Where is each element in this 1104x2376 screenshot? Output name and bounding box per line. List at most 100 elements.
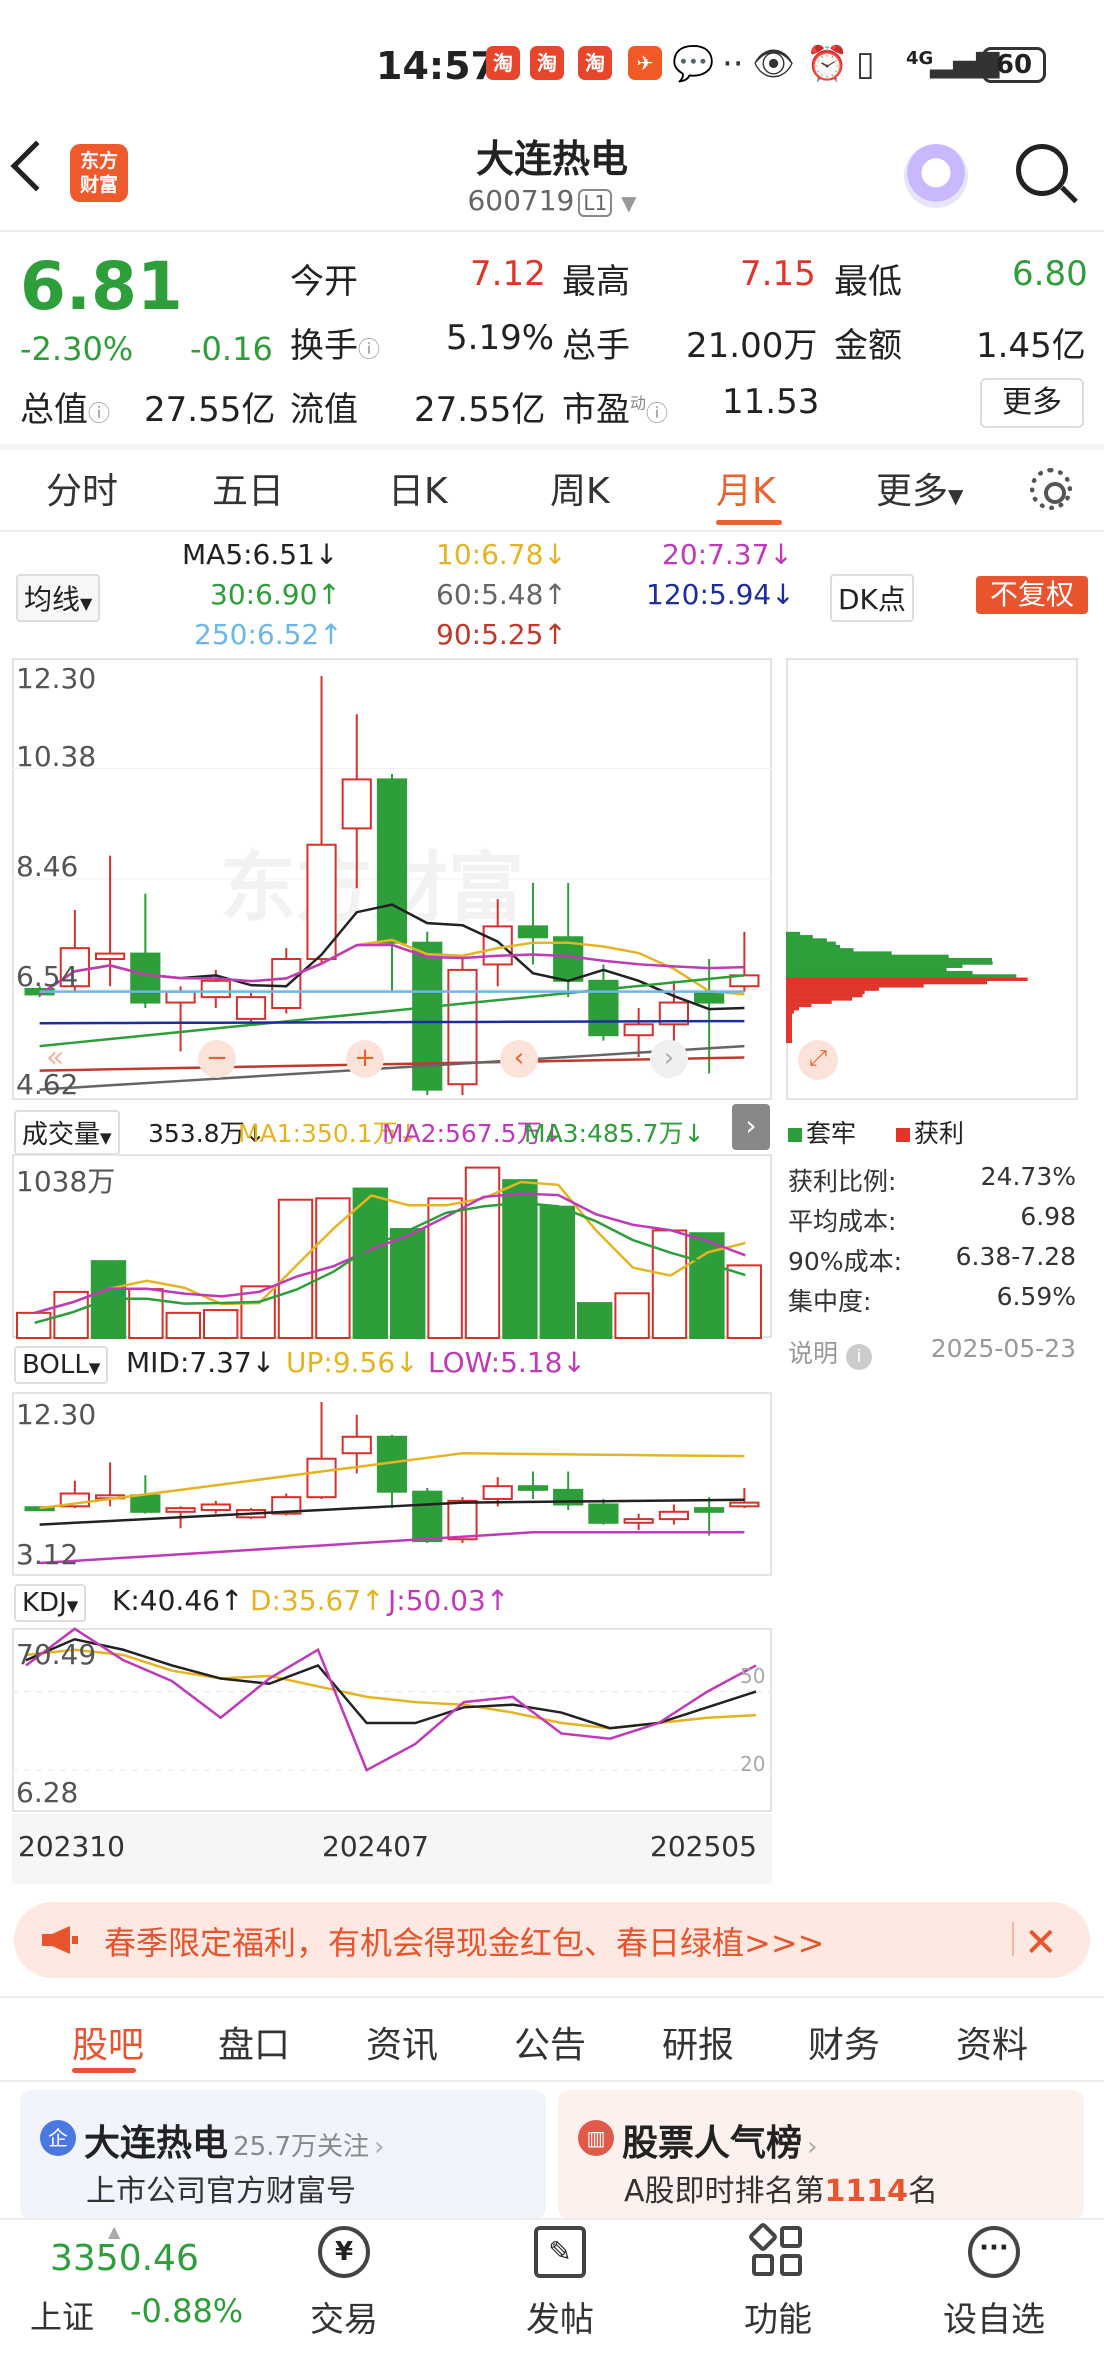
legend-swatch bbox=[788, 1128, 802, 1142]
index-name[interactable]: 上证 bbox=[30, 2292, 94, 2338]
volume-bar bbox=[390, 1228, 426, 1339]
status-time: 14:57 bbox=[376, 44, 497, 88]
volume-selector[interactable]: 成交量▼ bbox=[14, 1110, 120, 1155]
y-axis-label: 12.30 bbox=[16, 662, 97, 695]
more-circle-icon[interactable]: ··· bbox=[968, 2226, 1020, 2278]
tab-news[interactable]: 资讯 bbox=[366, 2016, 438, 2068]
tab-pankou[interactable]: 盘口 bbox=[218, 2016, 290, 2068]
boll-selector-label: BOLL bbox=[22, 1350, 89, 1380]
tab-finance[interactable]: 财务 bbox=[808, 2016, 880, 2068]
market-cap-label: 总值ⓘ bbox=[20, 382, 110, 431]
zoom-in-icon[interactable]: + bbox=[346, 1040, 384, 1078]
stock-code-text: 600719 bbox=[467, 184, 575, 217]
volume-bar bbox=[352, 1187, 389, 1339]
zoom-out-icon[interactable]: − bbox=[198, 1040, 236, 1078]
prev-icon[interactable]: ‹ bbox=[500, 1040, 538, 1078]
post-icon[interactable]: ✎ bbox=[534, 2226, 586, 2278]
more-quote-button[interactable]: 更多 bbox=[980, 378, 1084, 428]
next-icon[interactable]: › bbox=[650, 1040, 688, 1078]
chevron-right-icon: › bbox=[807, 2132, 818, 2162]
candle-body bbox=[694, 990, 725, 1004]
kdj-k-line bbox=[25, 1637, 757, 1730]
boll-candle bbox=[447, 1499, 478, 1541]
info-icon[interactable]: ⓘ bbox=[88, 402, 110, 427]
info-icon[interactable]: ⓘ bbox=[646, 402, 668, 427]
chip-bar bbox=[786, 980, 988, 985]
functions-icon[interactable] bbox=[747, 2221, 804, 2278]
index-change[interactable]: -0.88% bbox=[130, 2292, 243, 2330]
boll-candle bbox=[412, 1490, 443, 1543]
volume-bar bbox=[614, 1292, 650, 1340]
level-badge: L1 bbox=[578, 189, 613, 217]
chevron-down-icon[interactable]: ▼ bbox=[621, 191, 636, 215]
ma-selector[interactable]: 均线▼ bbox=[16, 574, 101, 622]
chip-bar bbox=[786, 1029, 792, 1034]
chip-bar bbox=[786, 1026, 792, 1031]
ma-legend-item: 30:6.90↑ bbox=[210, 578, 341, 611]
tab-more[interactable]: 更多▼ bbox=[876, 462, 963, 514]
candle-body bbox=[95, 952, 126, 961]
chip-stat-value: 6.98 bbox=[1020, 1202, 1076, 1231]
boll-candle bbox=[482, 1485, 513, 1500]
tab-research[interactable]: 研报 bbox=[662, 2016, 734, 2068]
gear-icon[interactable] bbox=[1030, 468, 1072, 510]
tab-guba[interactable]: 股吧 bbox=[72, 2016, 144, 2068]
ma-legend-item: MA5:6.51↓ bbox=[182, 538, 339, 571]
kdj-d-line bbox=[25, 1648, 757, 1730]
tab-daily-k[interactable]: 日K bbox=[388, 462, 448, 514]
expand-icon[interactable]: ⤢ bbox=[798, 1040, 838, 1080]
caret-down-icon: ▼ bbox=[88, 1359, 101, 1377]
nav-trade[interactable]: 交易 bbox=[274, 2292, 414, 2341]
dk-point-button[interactable]: DK点 bbox=[830, 574, 914, 622]
divider bbox=[0, 1996, 1104, 1998]
x-axis-label: 202407 bbox=[322, 1830, 429, 1863]
nav-functions[interactable]: 功能 bbox=[708, 2292, 848, 2341]
tab-more-label: 更多 bbox=[876, 471, 949, 512]
rank-desc-pre: A股即时排名第 bbox=[624, 2174, 825, 2209]
trade-icon[interactable]: ¥ bbox=[318, 2226, 370, 2278]
kdj-y-label: 70.49 bbox=[16, 1638, 97, 1671]
boll-candle bbox=[200, 1503, 231, 1511]
assistant-avatar[interactable] bbox=[904, 144, 968, 208]
taobao-icon: 淘 bbox=[486, 46, 520, 80]
last-price: 6.81 bbox=[20, 248, 183, 325]
search-icon[interactable] bbox=[1016, 144, 1068, 196]
volume-plot bbox=[16, 1166, 762, 1340]
vibrate-icon: ▯ bbox=[856, 44, 875, 84]
kdj-plot bbox=[12, 1627, 772, 1772]
tab-profile[interactable]: 资料 bbox=[956, 2016, 1028, 2068]
candle-body bbox=[341, 778, 372, 830]
chip-stat-label: 获利比例: bbox=[788, 1167, 897, 1196]
low-value: 6.80 bbox=[1012, 254, 1088, 294]
boll-candle bbox=[729, 1501, 760, 1508]
company-badge-icon: 企 bbox=[40, 2120, 76, 2156]
company-card-desc: 上市公司官方财富号 bbox=[86, 2174, 356, 2209]
chip-legend-trapped: 套牢 bbox=[788, 1114, 856, 1150]
tab-monthly-k[interactable]: 月K bbox=[716, 462, 776, 514]
no-adjust-button[interactable]: 不复权 bbox=[976, 576, 1088, 614]
ma-legend-item: 60:5.48↑ bbox=[436, 578, 567, 611]
chip-note[interactable]: 说明 i bbox=[788, 1334, 872, 1370]
ma-legend-item: 20:7.37↓ bbox=[662, 538, 793, 571]
index-value[interactable]: 3350.46 bbox=[50, 2238, 199, 2279]
x-axis-label: 202505 bbox=[650, 1830, 757, 1863]
volume-value: 21.00万 bbox=[686, 326, 818, 366]
caret-down-icon: ▼ bbox=[100, 1129, 112, 1147]
chevron-right-icon: › bbox=[374, 2132, 385, 2162]
boll-selector[interactable]: BOLL▼ bbox=[14, 1346, 109, 1384]
tab-announcements[interactable]: 公告 bbox=[514, 2016, 586, 2068]
scroll-left-icon[interactable]: « bbox=[46, 1040, 64, 1075]
nav-post[interactable]: 发帖 bbox=[490, 2292, 630, 2341]
expand-arrow-icon[interactable]: › bbox=[732, 1104, 770, 1150]
nav-add-watchlist[interactable]: 设自选 bbox=[924, 2292, 1064, 2341]
tab-intraday[interactable]: 分时 bbox=[46, 462, 118, 514]
kdj-selector[interactable]: KDJ▼ bbox=[14, 1584, 87, 1622]
tab-five-day[interactable]: 五日 bbox=[212, 462, 284, 514]
tab-weekly-k[interactable]: 周K bbox=[550, 462, 610, 514]
chip-bar bbox=[786, 977, 1028, 982]
volume-label: 总手 bbox=[562, 326, 630, 366]
caret-down-icon: ▼ bbox=[66, 1597, 79, 1615]
close-icon[interactable]: ✕ bbox=[1024, 1920, 1058, 1966]
turnover-label-text: 换手 bbox=[290, 326, 358, 366]
info-icon[interactable]: ⓘ bbox=[358, 338, 380, 363]
